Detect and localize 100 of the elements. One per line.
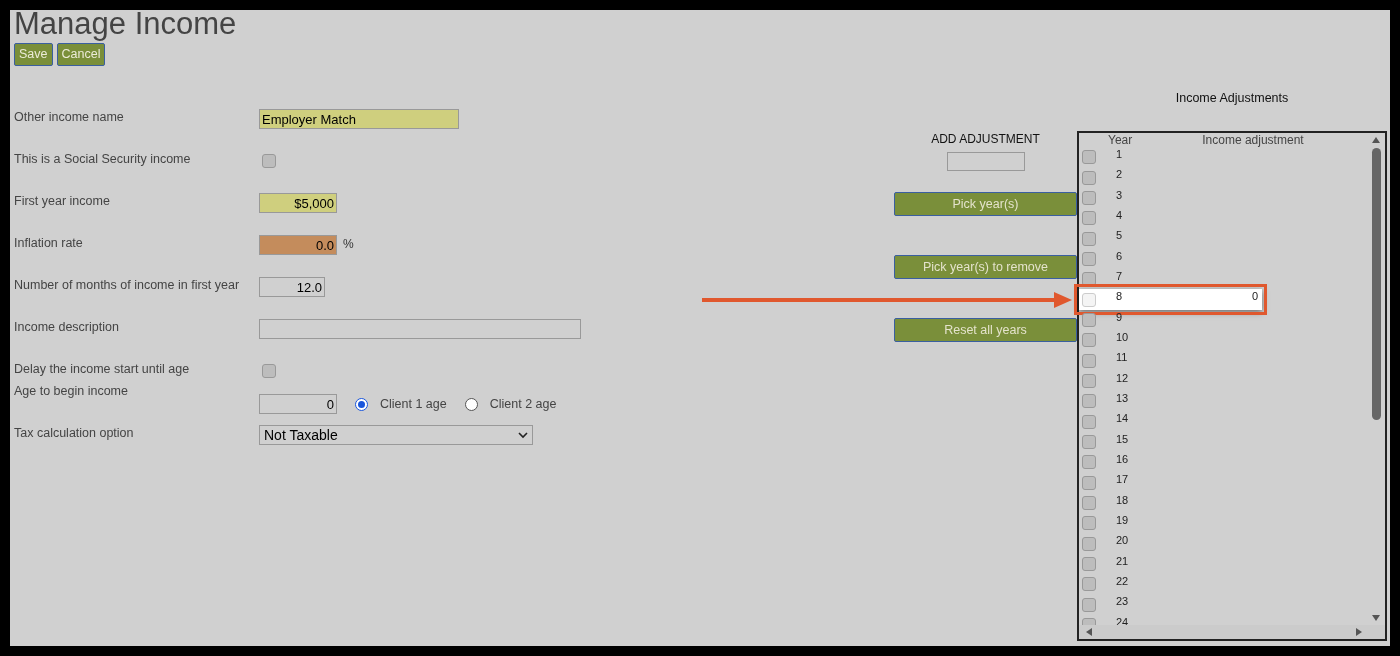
checkbox[interactable] — [1082, 536, 1096, 551]
checkbox[interactable] — [1082, 211, 1096, 226]
checkbox[interactable] — [1082, 373, 1096, 388]
rate-field[interactable]: 0.0 — [259, 235, 337, 255]
year-cell-text: 10 — [1116, 330, 1129, 345]
tax-option-dropdown[interactable]: Not Taxable — [259, 425, 533, 445]
year-cell-text: 23 — [1116, 594, 1129, 610]
year-row[interactable]: 13 — [1079, 391, 1262, 412]
year-cell-text: 2 — [1116, 167, 1123, 183]
checkbox[interactable] — [1082, 251, 1096, 266]
year-row[interactable]: 3 — [1079, 187, 1262, 209]
checkbox[interactable] — [1082, 353, 1096, 368]
year-row[interactable]: 4 — [1079, 208, 1262, 229]
field-label: Number of months of income in first year — [14, 277, 241, 294]
year-row[interactable]: 10 — [1079, 330, 1262, 351]
checkbox[interactable] — [1082, 435, 1096, 449]
year-cell-text: 7 — [1116, 269, 1123, 284]
checkbox[interactable] — [1082, 597, 1096, 612]
field-label: Delay the income start until age — [14, 361, 191, 378]
year-row[interactable]: 23 — [1079, 594, 1262, 615]
checkbox[interactable] — [1082, 475, 1096, 490]
year-cell-text: 13 — [1116, 391, 1129, 407]
number-field[interactable]: 12.0 — [259, 277, 325, 297]
adjustment-field[interactable] — [946, 152, 1025, 171]
year-cell-text: 12 — [1116, 370, 1129, 386]
unit-label: % — [343, 236, 354, 253]
checkbox[interactable] — [1082, 414, 1096, 429]
year-row[interactable]: 1 — [1079, 147, 1262, 168]
checkbox[interactable] — [1082, 231, 1096, 246]
year-cell-text: 1 — [1116, 146, 1123, 162]
age-field[interactable]: 0 — [259, 394, 337, 414]
year-cell-text: 21 — [1116, 553, 1129, 569]
year-row[interactable]: 19 — [1079, 513, 1262, 534]
year-cell-text: 5 — [1116, 228, 1123, 244]
field-label: Inflation rate — [14, 235, 84, 252]
text-field[interactable] — [259, 319, 581, 339]
year-cell-text: 18 — [1116, 492, 1129, 508]
checkbox[interactable] — [1082, 496, 1096, 510]
checkbox[interactable] — [1082, 455, 1096, 470]
year-cell-text: 15 — [1116, 431, 1129, 447]
year-row[interactable]: 6 — [1079, 248, 1262, 270]
radio-label: Client 2 age — [489, 395, 557, 413]
field-label: This is a Social Security income — [14, 151, 192, 168]
year-cell-text: 17 — [1116, 472, 1129, 488]
text-field[interactable]: Employer Match — [259, 109, 459, 129]
year-cell-text: 16 — [1116, 452, 1129, 468]
field-label: Age to begin income — [14, 383, 129, 400]
year-row[interactable]: 15 — [1079, 431, 1262, 453]
adjustment-cell-text: 0 — [1251, 289, 1258, 305]
year-cell-text: 20 — [1116, 533, 1129, 549]
checkbox[interactable] — [262, 364, 276, 378]
year-row[interactable]: 22 — [1079, 574, 1262, 595]
year-row[interactable]: 21 — [1079, 553, 1262, 575]
scroll-down-icon[interactable] — [1371, 614, 1381, 622]
checkbox[interactable] — [262, 154, 276, 168]
year-cell-text: 4 — [1116, 207, 1123, 223]
year-cell-text: 22 — [1116, 574, 1129, 590]
checkbox[interactable] — [1082, 190, 1096, 205]
section-label: ADD ADJUSTMENT — [931, 132, 1040, 146]
amount-field[interactable]: $5,000 — [259, 193, 337, 213]
scroll-right-icon[interactable] — [1355, 627, 1363, 637]
year-cell-text: 3 — [1116, 187, 1123, 203]
field-label: Other income name — [14, 109, 125, 126]
radio-button[interactable] — [464, 397, 478, 411]
checkbox[interactable] — [1082, 292, 1096, 307]
checkbox[interactable] — [1082, 272, 1096, 287]
checkbox[interactable] — [1082, 170, 1096, 185]
year-cell-text: 8 — [1116, 289, 1123, 305]
year-row[interactable]: 16 — [1079, 452, 1262, 473]
checkbox[interactable] — [1082, 394, 1096, 409]
year-row[interactable]: 17 — [1079, 472, 1262, 493]
field-label: Tax calculation option — [14, 425, 135, 442]
radio-button[interactable] — [355, 397, 368, 411]
year-row[interactable]: 12 — [1079, 370, 1262, 392]
column-header: Income adjustment — [1202, 133, 1304, 147]
checkbox[interactable] — [1082, 333, 1096, 348]
checkbox[interactable] — [1082, 150, 1096, 165]
year-cell-text: 14 — [1116, 411, 1129, 427]
year-row[interactable]: 5 — [1079, 228, 1262, 249]
scrollbar-thumb[interactable] — [1371, 148, 1381, 420]
year-row[interactable]: 2 — [1079, 167, 1262, 188]
column-header: Year — [1108, 133, 1133, 147]
field-label: Income description — [14, 319, 120, 336]
year-row[interactable]: 20 — [1079, 533, 1262, 554]
radio-label: Client 1 age — [380, 395, 447, 413]
year-cell-text: 6 — [1116, 248, 1123, 264]
horizontal-scrollbar[interactable] — [1079, 625, 1385, 639]
checkbox[interactable] — [1082, 577, 1096, 592]
year-row[interactable]: 14 — [1079, 411, 1262, 432]
year-row[interactable]: 18 — [1079, 492, 1262, 514]
year-cell-text: 19 — [1116, 513, 1129, 529]
year-cell-text: 11 — [1116, 350, 1128, 366]
table-title: Income Adjustments — [1175, 91, 1289, 106]
year-row[interactable]: 11 — [1079, 350, 1262, 371]
checkbox[interactable] — [1082, 557, 1096, 572]
checkbox[interactable] — [1082, 516, 1096, 531]
page-title: Manage Income — [14, 9, 238, 39]
field-label: First year income — [14, 193, 111, 210]
scroll-up-icon[interactable] — [1371, 136, 1381, 144]
scroll-left-icon[interactable] — [1085, 627, 1093, 637]
